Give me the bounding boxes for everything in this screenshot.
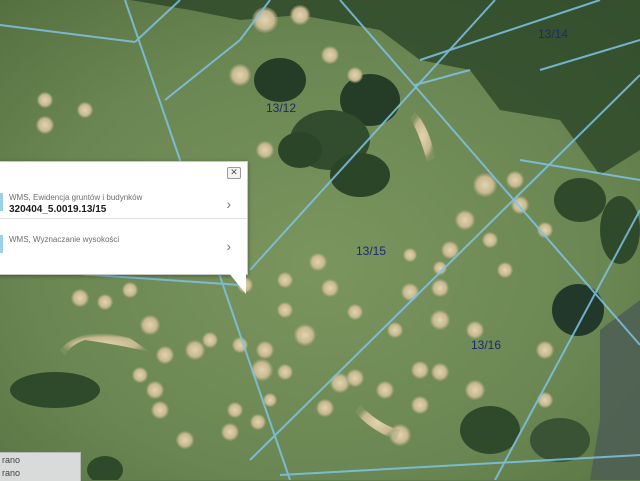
layer-row[interactable]: rano	[2, 468, 78, 478]
popup-item-source: WMS, Ewidencja gruntów i budynków	[9, 193, 143, 202]
popup-pointer	[228, 272, 246, 294]
layer-row[interactable]: rano	[2, 455, 78, 465]
feature-info-popup: ✕ WMS, Ewidencja gruntów i budynków 3204…	[0, 161, 248, 275]
parcel-label: 13/15	[356, 244, 387, 258]
parcel-label: 13/16	[471, 338, 502, 352]
close-icon[interactable]: ✕	[227, 167, 241, 179]
popup-item-source: WMS, Wyznaczanie wysokości	[9, 235, 120, 244]
popup-item-accent	[0, 193, 3, 211]
popup-item-value: 320404_5.0019.13/15	[9, 204, 107, 215]
popup-divider	[0, 218, 247, 219]
parcel-label: 13/14	[538, 27, 569, 41]
parcel-label: 13/12	[266, 101, 297, 115]
chevron-right-icon[interactable]: ›	[226, 238, 231, 254]
layer-panel: rano rano	[0, 452, 81, 481]
popup-item-accent	[0, 235, 3, 253]
chevron-right-icon[interactable]: ›	[226, 196, 231, 212]
